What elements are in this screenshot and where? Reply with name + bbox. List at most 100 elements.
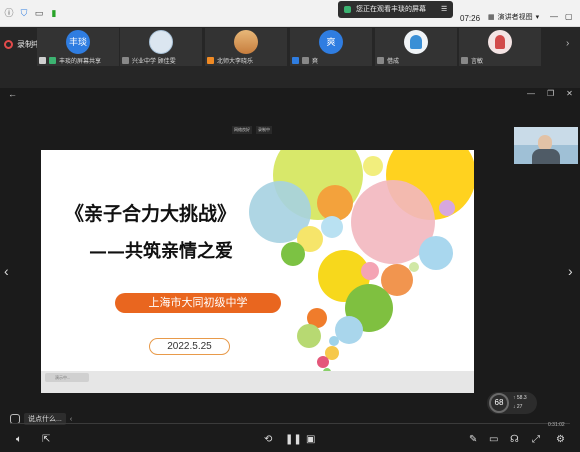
decor-circle bbox=[321, 216, 343, 238]
signal-icon: ▮ bbox=[51, 8, 57, 18]
prev-page-icon[interactable]: ‹ bbox=[4, 263, 9, 279]
decor-circle bbox=[329, 336, 339, 346]
slide-title: 《亲子合力大挑战》 bbox=[65, 203, 237, 225]
viewer-header: ← — ❐ ✕ bbox=[0, 88, 580, 100]
grid-icon: ▦ bbox=[488, 14, 495, 21]
status-icons: ⓘ ⛉ ▭ ▮ bbox=[4, 8, 59, 18]
network-badge: 网络良好 bbox=[232, 126, 252, 134]
participant-tile[interactable]: 兴业中学 顾佳雯 bbox=[120, 28, 202, 66]
participant-caption: 言敏 bbox=[459, 55, 541, 66]
slide-date: 2022.5.25 bbox=[149, 338, 230, 355]
screen-icon[interactable]: ▭ bbox=[489, 434, 498, 445]
participant-name: 丰琰的屏幕共享 bbox=[59, 59, 102, 65]
decor-circle bbox=[363, 156, 383, 176]
download-rate: ↓ 27 bbox=[513, 404, 523, 410]
participant-name: 北师大李晓乐 bbox=[217, 59, 254, 65]
expand-icon[interactable]: ⤢ bbox=[532, 434, 540, 445]
layout-selector[interactable]: ▦ 演讲者视图 ▾ bbox=[488, 12, 539, 22]
slide-subtitle: ——共筑亲情之爱 bbox=[89, 241, 233, 262]
settings-icon[interactable]: ⚙ bbox=[556, 434, 565, 445]
presenter-chip[interactable]: 演示中... bbox=[45, 373, 89, 382]
participant-name: 爽 bbox=[312, 59, 319, 65]
decor-circle bbox=[419, 236, 453, 270]
network-indicator[interactable]: 68 ↑ 58.3 ↓ 27 bbox=[487, 392, 537, 414]
avatar bbox=[234, 30, 258, 54]
mic-muted-icon bbox=[377, 57, 384, 64]
decor-circle bbox=[281, 242, 305, 266]
close-icon[interactable]: ✕ bbox=[566, 89, 573, 98]
meeting-window: ⓘ ⛉ ▭ ▮ 您正在观看丰琰的屏幕 ☰ 07:26 ▦ 演讲者视图 ▾ — ▢… bbox=[0, 0, 580, 452]
recording-badge: 录制中 bbox=[256, 126, 272, 134]
avatar: 爽 bbox=[319, 30, 343, 54]
participant-caption: 兴业中学 顾佳雯 bbox=[120, 55, 202, 66]
strip-next-icon[interactable]: › bbox=[566, 38, 569, 49]
pen-icon[interactable]: ✎ bbox=[469, 434, 477, 445]
participant-name: 借成 bbox=[387, 59, 400, 65]
menu-icon[interactable]: ☰ bbox=[441, 1, 447, 18]
decor-circle bbox=[439, 200, 455, 216]
avatar: 丰琰 bbox=[66, 30, 90, 54]
participant-tile[interactable]: 丰琰 丰琰的屏幕共享 bbox=[37, 28, 119, 66]
collapse-icon[interactable]: ‹ bbox=[70, 416, 72, 423]
avatar bbox=[488, 30, 512, 54]
slide-footer: 演示中... bbox=[41, 371, 474, 393]
window-controls: — ▢ bbox=[550, 12, 573, 21]
shield-icon[interactable]: ⛉ bbox=[19, 8, 29, 18]
person-photo-icon bbox=[495, 35, 505, 49]
participant-tile[interactable]: 北师大李晓乐 bbox=[205, 28, 287, 66]
decor-circle bbox=[409, 262, 419, 272]
upload-value: 58.3 bbox=[516, 395, 527, 401]
avatar bbox=[149, 30, 173, 54]
info-icon[interactable]: ⓘ bbox=[4, 8, 14, 18]
progress-track[interactable] bbox=[10, 423, 570, 424]
maximize-icon[interactable]: ▢ bbox=[565, 12, 573, 21]
decor-circle bbox=[317, 356, 329, 368]
restore-icon[interactable]: ❐ bbox=[547, 89, 554, 98]
group-icon[interactable]: ☊ bbox=[510, 434, 519, 445]
school-name: 上海市大同初级中学 bbox=[115, 293, 281, 313]
participant-caption: 借成 bbox=[375, 55, 457, 66]
slideshow-icon[interactable]: ▣ bbox=[306, 434, 315, 445]
decor-circle bbox=[335, 316, 363, 344]
share-indicator-icon bbox=[344, 6, 351, 13]
mic-muted-icon bbox=[461, 57, 468, 64]
next-page-icon[interactable]: › bbox=[568, 263, 573, 279]
pause-icon[interactable]: ❚❚ bbox=[285, 434, 302, 445]
screen-share-notice[interactable]: 您正在观看丰琰的屏幕 ☰ bbox=[338, 1, 454, 18]
avatar bbox=[404, 30, 428, 54]
decor-circle bbox=[297, 324, 321, 348]
battery-icon: ▭ bbox=[34, 8, 44, 18]
network-quality: 68 bbox=[489, 393, 509, 413]
minimize-icon[interactable]: — bbox=[527, 89, 535, 98]
minimize-icon[interactable]: — bbox=[550, 12, 558, 21]
self-camera-preview[interactable] bbox=[514, 127, 578, 164]
presentation-slide: 《亲子合力大挑战》 ——共筑亲情之爱 上海市大同初级中学 2022.5.25 演… bbox=[41, 150, 474, 393]
meeting-duration: 0:31:02 bbox=[548, 422, 565, 428]
rotate-icon[interactable]: ⟲ bbox=[264, 434, 272, 445]
participant-name: 兴业中学 顾佳雯 bbox=[132, 59, 176, 65]
top-bar: ⓘ ⛉ ▭ ▮ 您正在观看丰琰的屏幕 ☰ 07:26 ▦ 演讲者视图 ▾ — ▢ bbox=[0, 0, 580, 27]
participant-tile[interactable]: 借成 bbox=[375, 28, 457, 66]
chevron-down-icon: ▾ bbox=[535, 14, 540, 21]
participant-tile[interactable]: 言敏 bbox=[459, 28, 541, 66]
participant-tile[interactable]: 爽 爽 bbox=[290, 28, 372, 66]
upload-rate: ↑ 58.3 bbox=[513, 395, 527, 401]
share-status-badges: 网络良好 录制中 bbox=[232, 126, 272, 134]
person-photo-icon bbox=[410, 35, 422, 49]
back-arrow-icon[interactable]: ← bbox=[8, 89, 17, 99]
mic-muted-icon bbox=[122, 57, 129, 64]
mic-muted-icon bbox=[302, 57, 309, 64]
fullscreen-toggle-icon[interactable]: ⇱ bbox=[42, 434, 50, 445]
participant-caption: 北师大李晓乐 bbox=[205, 55, 287, 66]
participant-strip: 录制中 ‹ 丰琰 丰琰的屏幕共享 兴业中学 顾佳雯 北师大李晓乐 爽 爽 借成 … bbox=[0, 27, 580, 88]
recording-indicator[interactable]: 录制中 bbox=[4, 39, 41, 50]
layout-label: 演讲者视图 bbox=[497, 14, 533, 21]
strip-prev-icon[interactable]: ‹ bbox=[31, 38, 34, 49]
record-icon bbox=[4, 40, 13, 49]
participant-caption: 丰琰的屏幕共享 bbox=[37, 55, 119, 66]
speaker-icon[interactable]: 🔈︎ bbox=[16, 434, 22, 445]
viewer-window-controls: — ❐ ✕ bbox=[527, 89, 573, 98]
screen-share-icon bbox=[39, 57, 46, 64]
participant-caption: 爽 bbox=[290, 55, 372, 66]
mic-icon bbox=[49, 57, 56, 64]
